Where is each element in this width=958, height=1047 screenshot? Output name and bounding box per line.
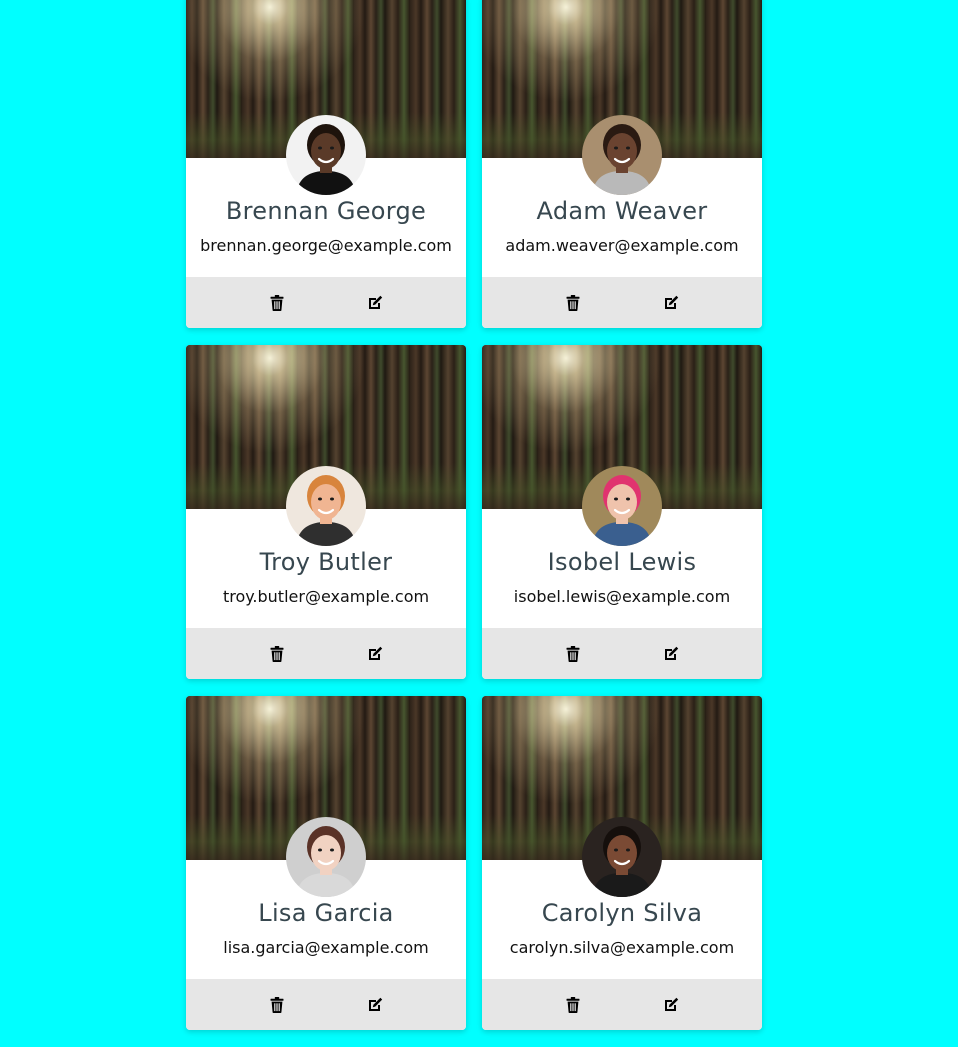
- contact-name: Adam Weaver: [536, 197, 708, 225]
- contact-name: Lisa Garcia: [258, 899, 394, 927]
- avatar-portrait: [286, 817, 366, 897]
- edit-button[interactable]: [367, 294, 383, 312]
- trash-icon: [270, 996, 284, 1013]
- contact-name: Isobel Lewis: [547, 548, 697, 576]
- card-actions: [186, 628, 466, 679]
- contact-email: troy.butler@example.com: [222, 587, 430, 606]
- edit-icon: [369, 646, 383, 660]
- avatar-portrait: [582, 115, 662, 195]
- card-actions: [482, 277, 762, 328]
- avatar-portrait: [582, 466, 662, 546]
- contact-name: Carolyn Silva: [541, 899, 703, 927]
- contact-grid: Brennan George brennan.george@example.co…: [186, 0, 762, 1030]
- card-actions: [186, 277, 466, 328]
- contact-name: Troy Butler: [259, 548, 393, 576]
- contact-card: Adam Weaver adam.weaver@example.com: [482, 0, 762, 328]
- edit-button[interactable]: [663, 645, 679, 663]
- contact-card: Lisa Garcia lisa.garcia@example.com: [186, 696, 466, 1030]
- avatar-portrait: [582, 817, 662, 897]
- delete-button[interactable]: [269, 294, 285, 312]
- trash-icon: [270, 645, 284, 662]
- edit-button[interactable]: [663, 996, 679, 1014]
- delete-button[interactable]: [269, 645, 285, 663]
- delete-button[interactable]: [269, 996, 285, 1014]
- avatar-portrait: [286, 466, 366, 546]
- contact-card: Brennan George brennan.george@example.co…: [186, 0, 466, 328]
- edit-button[interactable]: [367, 645, 383, 663]
- edit-icon: [369, 295, 383, 309]
- delete-button[interactable]: [565, 996, 581, 1014]
- card-actions: [482, 979, 762, 1030]
- avatar: [582, 817, 662, 897]
- avatar: [286, 115, 366, 195]
- trash-icon: [566, 294, 580, 311]
- avatar-portrait: [286, 115, 366, 195]
- card-actions: [186, 979, 466, 1030]
- trash-icon: [270, 294, 284, 311]
- avatar: [582, 466, 662, 546]
- edit-icon: [665, 646, 679, 660]
- trash-icon: [566, 996, 580, 1013]
- avatar: [286, 817, 366, 897]
- contact-card: Carolyn Silva carolyn.silva@example.com: [482, 696, 762, 1030]
- edit-icon: [369, 997, 383, 1011]
- edit-button[interactable]: [663, 294, 679, 312]
- contact-email: brennan.george@example.com: [200, 236, 452, 255]
- avatar: [582, 115, 662, 195]
- edit-icon: [665, 295, 679, 309]
- trash-icon: [566, 645, 580, 662]
- contact-name: Brennan George: [225, 197, 427, 225]
- delete-button[interactable]: [565, 294, 581, 312]
- delete-button[interactable]: [565, 645, 581, 663]
- contact-email: lisa.garcia@example.com: [223, 938, 429, 957]
- contact-email: adam.weaver@example.com: [505, 236, 739, 255]
- contact-email: carolyn.silva@example.com: [509, 938, 735, 957]
- edit-button[interactable]: [367, 996, 383, 1014]
- card-actions: [482, 628, 762, 679]
- edit-icon: [665, 997, 679, 1011]
- contact-card: Isobel Lewis isobel.lewis@example.com: [482, 345, 762, 679]
- contact-email: isobel.lewis@example.com: [513, 587, 731, 606]
- contact-card: Troy Butler troy.butler@example.com: [186, 345, 466, 679]
- avatar: [286, 466, 366, 546]
